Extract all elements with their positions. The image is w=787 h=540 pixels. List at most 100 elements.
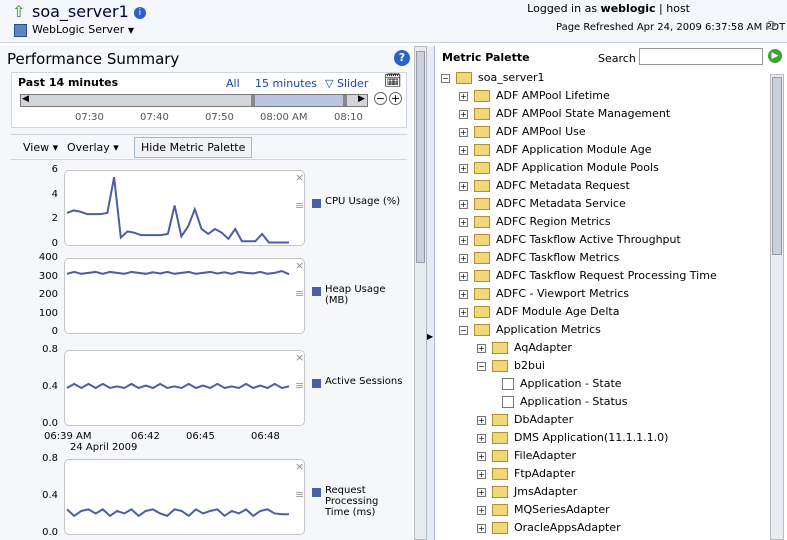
expand-icon[interactable]: + xyxy=(459,235,468,245)
tree-item[interactable]: + OracleAppsAdapter xyxy=(477,521,621,539)
overlay-menu[interactable]: Overlay ▾ xyxy=(67,141,119,154)
close-icon[interactable]: × xyxy=(295,351,304,364)
expand-icon[interactable]: + xyxy=(459,253,468,263)
server-type-menu[interactable]: WebLogic Server ▼ xyxy=(32,23,134,36)
y-tick-label: 0.8 xyxy=(42,344,58,355)
tree-item[interactable]: + ADFC Taskflow Active Throughput xyxy=(459,233,681,251)
collapse-arrow-icon[interactable]: ▶ xyxy=(427,332,433,341)
expand-icon[interactable]: + xyxy=(459,145,468,155)
drag-handle-icon[interactable]: ≡ xyxy=(295,488,304,501)
tree-item[interactable]: + MQSeriesAdapter xyxy=(477,503,610,521)
tree-item-label: ADF Application Module Age xyxy=(496,143,652,156)
tree-item[interactable]: + ADFC Metadata Service xyxy=(459,197,626,215)
tree-item-label: ADF AMPool Lifetime xyxy=(496,89,610,102)
expand-icon[interactable]: + xyxy=(459,199,468,209)
view-menu[interactable]: View ▾ xyxy=(23,141,58,154)
tree-item[interactable]: + ADFC Metadata Request xyxy=(459,179,630,197)
expand-icon[interactable]: + xyxy=(459,217,468,227)
tree-item-label: FtpAdapter xyxy=(514,467,576,480)
metric-checkbox-item[interactable]: Application - State xyxy=(502,377,622,395)
drag-handle-icon[interactable]: ≡ xyxy=(295,199,304,212)
expand-icon[interactable]: + xyxy=(477,415,486,425)
metric-checkbox-item[interactable]: Application - Status xyxy=(502,395,627,413)
tree-item[interactable]: + ADF Application Module Age xyxy=(459,143,652,161)
checkbox[interactable] xyxy=(502,396,514,408)
tree-item[interactable]: − Application Metrics xyxy=(459,323,601,341)
tree-item[interactable]: + ADFC - Viewport Metrics xyxy=(459,287,629,305)
help-icon[interactable]: ? xyxy=(394,50,410,66)
tree-item[interactable]: + ADF AMPool State Management xyxy=(459,107,670,125)
expand-icon[interactable]: + xyxy=(477,451,486,461)
search-go-icon[interactable]: ▶ xyxy=(768,49,782,63)
expand-icon[interactable]: + xyxy=(459,307,468,317)
tree-item[interactable]: − soa_server1 xyxy=(441,71,545,89)
close-icon[interactable]: × xyxy=(295,460,304,473)
slider-right-arrow[interactable]: ▶ xyxy=(358,94,365,104)
server-icon xyxy=(14,24,27,37)
expand-icon[interactable]: + xyxy=(459,109,468,119)
expand-icon[interactable]: + xyxy=(459,271,468,281)
expand-icon[interactable]: + xyxy=(477,523,486,533)
chevron-down-icon: ▼ xyxy=(127,26,134,35)
expand-icon[interactable]: + xyxy=(477,433,486,443)
left-scrollbar-thumb[interactable] xyxy=(416,51,425,263)
folder-icon xyxy=(492,486,508,498)
up-arrow-icon[interactable]: ⇧ xyxy=(12,2,25,21)
tree-item[interactable]: + JmsAdapter xyxy=(477,485,577,503)
collapse-icon[interactable]: − xyxy=(459,325,468,335)
panel-divider[interactable]: ▶ xyxy=(426,46,435,540)
collapse-icon[interactable]: − xyxy=(477,361,486,371)
expand-icon[interactable]: + xyxy=(459,181,468,191)
collapse-icon[interactable]: − xyxy=(441,73,450,83)
folder-icon xyxy=(474,252,490,264)
palette-scrollbar-thumb[interactable] xyxy=(772,77,782,255)
expand-icon[interactable]: + xyxy=(477,487,486,497)
hide-metric-palette-button[interactable]: Hide Metric Palette xyxy=(134,137,253,158)
tree-item-label: Application Metrics xyxy=(496,323,601,336)
calendar-clock-icon[interactable]: 🗓 xyxy=(384,73,402,89)
tree-item[interactable]: − b2bui xyxy=(477,359,545,377)
expand-icon[interactable]: + xyxy=(459,91,468,101)
tree-item[interactable]: + FtpAdapter xyxy=(477,467,575,485)
15-minutes-link[interactable]: 15 minutes xyxy=(255,77,317,90)
all-link[interactable]: All xyxy=(226,77,240,90)
expand-icon[interactable]: + xyxy=(459,289,468,299)
tree-item[interactable]: + FileAdapter xyxy=(477,449,576,467)
tree-item[interactable]: + ADF AMPool Lifetime xyxy=(459,89,610,107)
expand-icon[interactable]: + xyxy=(477,469,486,479)
tree-item[interactable]: + ADF AMPool Use xyxy=(459,125,586,143)
slider-toggle[interactable]: ▽ Slider xyxy=(325,77,368,90)
palette-scrollbar[interactable] xyxy=(770,74,784,540)
close-icon[interactable]: × xyxy=(295,171,304,184)
checkbox[interactable] xyxy=(502,378,514,390)
slider-left-arrow[interactable]: ◀ xyxy=(22,94,29,104)
legend-swatch xyxy=(312,199,321,208)
tree-item[interactable]: + DMS Application(11.1.1.1.0) xyxy=(477,431,668,449)
tree-item[interactable]: + ADF Module Age Delta xyxy=(459,305,619,323)
tree-item[interactable]: + ADF Application Module Pools xyxy=(459,161,659,179)
refresh-icon[interactable]: ⟳ xyxy=(766,18,778,34)
search-input[interactable] xyxy=(639,48,763,65)
tree-item-label: JmsAdapter xyxy=(514,485,578,498)
chart-legend: Active Sessions xyxy=(312,376,404,388)
legend-label: Request Processing Time (ms) xyxy=(325,485,379,518)
expand-icon[interactable]: + xyxy=(477,505,486,515)
zoom-out-icon[interactable]: − xyxy=(374,92,387,105)
drag-handle-icon[interactable]: ≡ xyxy=(295,379,304,392)
close-icon[interactable]: × xyxy=(295,259,304,272)
slider-selected-range[interactable] xyxy=(251,95,347,106)
drag-handle-icon[interactable]: ≡ xyxy=(295,287,304,300)
tree-item[interactable]: + ADFC Region Metrics xyxy=(459,215,611,233)
tree-item[interactable]: + DbAdapter xyxy=(477,413,573,431)
info-icon[interactable]: i xyxy=(133,6,146,19)
folder-icon xyxy=(492,414,508,426)
tree-item[interactable]: + ADFC Taskflow Request Processing Time xyxy=(459,269,717,287)
expand-icon[interactable]: + xyxy=(459,127,468,137)
expand-icon[interactable]: + xyxy=(459,163,468,173)
timeline-slider[interactable]: ◀ ▶ xyxy=(20,94,368,107)
tree-item[interactable]: + ADFC Taskflow Metrics xyxy=(459,251,619,269)
folder-icon xyxy=(474,234,490,246)
tree-item[interactable]: + AqAdapter xyxy=(477,341,572,359)
expand-icon[interactable]: + xyxy=(477,343,486,353)
zoom-in-icon[interactable]: + xyxy=(389,92,402,105)
